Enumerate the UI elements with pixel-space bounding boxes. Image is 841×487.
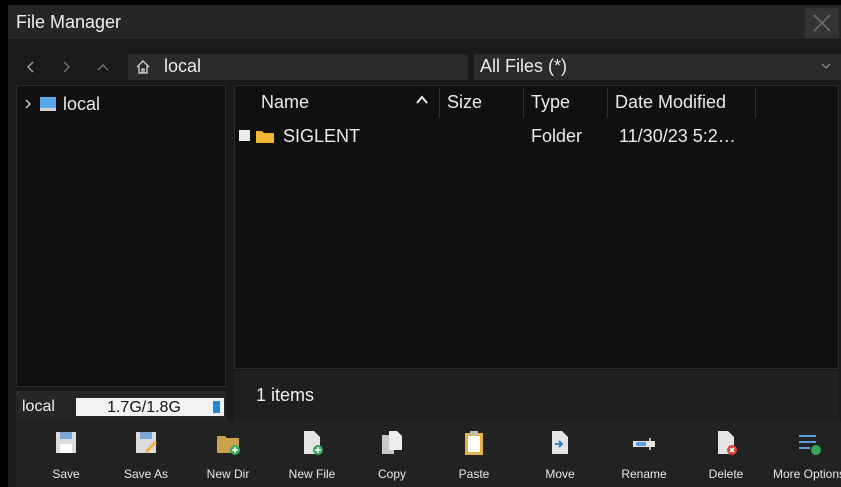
copy-button[interactable]: Copy xyxy=(352,421,432,487)
file-type: Folder xyxy=(531,126,583,146)
filter-text: All Files (*) xyxy=(480,56,568,76)
back-button[interactable] xyxy=(18,54,44,80)
action-toolbar: Save Save As New Dir New File Copy Paste… xyxy=(16,421,841,487)
file-date: 11/30/23 5:2… xyxy=(619,126,736,146)
path-field[interactable]: local xyxy=(128,54,468,80)
item-count: 1 items xyxy=(256,385,315,405)
storage-indicator: local 1.7G/1.8G xyxy=(16,391,226,421)
file-type-filter[interactable]: All Files (*) xyxy=(474,54,841,80)
move-label: Move xyxy=(545,467,575,481)
rename-button[interactable]: Rename xyxy=(604,421,684,487)
save-button[interactable]: Save xyxy=(26,421,106,487)
chevron-right-icon xyxy=(63,61,71,73)
new-file-label: New File xyxy=(288,467,336,481)
column-separator[interactable] xyxy=(607,88,608,118)
close-button[interactable] xyxy=(805,8,839,38)
save-as-icon xyxy=(136,432,157,453)
new-dir-button[interactable]: New Dir xyxy=(188,421,268,487)
rename-label: Rename xyxy=(621,467,667,481)
home-icon xyxy=(136,60,150,74)
delete-label: Delete xyxy=(708,467,744,481)
move-button[interactable]: Move xyxy=(520,421,600,487)
save-label: Save xyxy=(52,467,80,481)
file-row[interactable]: SIGLENT Folder 11/30/23 5:2… xyxy=(235,122,838,150)
save-icon xyxy=(56,432,76,453)
window-title: File Manager xyxy=(16,12,122,32)
title-bar: File Manager xyxy=(8,5,841,39)
file-list[interactable]: Name Size Type Date Modified SIGLENT Fol… xyxy=(234,85,839,369)
new-dir-label: New Dir xyxy=(206,467,250,481)
chevron-up-icon xyxy=(97,63,109,71)
close-icon xyxy=(813,14,831,32)
copy-label: Copy xyxy=(377,467,406,481)
new-file-icon xyxy=(304,431,323,455)
status-bar: 1 items xyxy=(234,371,839,421)
more-options-label: More Options xyxy=(772,467,841,481)
new-file-button[interactable]: New File xyxy=(272,421,352,487)
save-as-label: Save As xyxy=(123,467,169,481)
navigation-bar: local All Files (*) xyxy=(8,52,841,82)
file-manager-window: File Manager local All Files (*) local l… xyxy=(8,5,841,487)
folder-tree[interactable]: local xyxy=(16,85,226,387)
column-header-size[interactable]: Size xyxy=(447,92,482,113)
more-options-icon xyxy=(799,435,821,455)
column-separator[interactable] xyxy=(523,88,524,118)
paste-label: Paste xyxy=(458,467,490,481)
sort-ascending-icon xyxy=(416,95,428,104)
file-name: SIGLENT xyxy=(283,126,361,146)
paste-icon xyxy=(465,431,483,455)
chevron-down-icon xyxy=(821,63,831,69)
tree-item-label: local xyxy=(63,93,101,114)
up-button[interactable] xyxy=(90,54,116,80)
save-as-button[interactable]: Save As xyxy=(106,421,186,487)
paste-button[interactable]: Paste xyxy=(434,421,514,487)
column-header-name[interactable]: Name xyxy=(261,92,309,113)
new-folder-icon xyxy=(217,436,240,455)
storage-usage: 1.7G/1.8G xyxy=(107,399,181,416)
tree-item-local[interactable]: local xyxy=(23,92,100,116)
column-separator[interactable] xyxy=(755,88,756,118)
delete-icon xyxy=(718,431,737,455)
move-icon xyxy=(552,431,568,454)
rename-icon xyxy=(633,438,655,450)
delete-button[interactable]: Delete xyxy=(686,421,766,487)
storage-label: local xyxy=(22,398,55,415)
forward-button[interactable] xyxy=(53,54,79,80)
storage-fill xyxy=(213,401,220,413)
column-header-date[interactable]: Date Modified xyxy=(615,92,726,113)
drive-icon xyxy=(40,97,56,111)
path-text: local xyxy=(164,56,202,76)
row-checkbox[interactable] xyxy=(239,130,250,141)
column-separator[interactable] xyxy=(439,88,440,118)
chevron-left-icon xyxy=(26,61,34,73)
chevron-right-icon[interactable] xyxy=(23,97,33,111)
storage-bar: 1.7G/1.8G xyxy=(76,398,224,416)
column-header-type[interactable]: Type xyxy=(531,92,570,113)
more-options-button[interactable]: More Options xyxy=(769,421,841,487)
folder-icon xyxy=(256,131,274,143)
copy-icon xyxy=(382,431,402,454)
